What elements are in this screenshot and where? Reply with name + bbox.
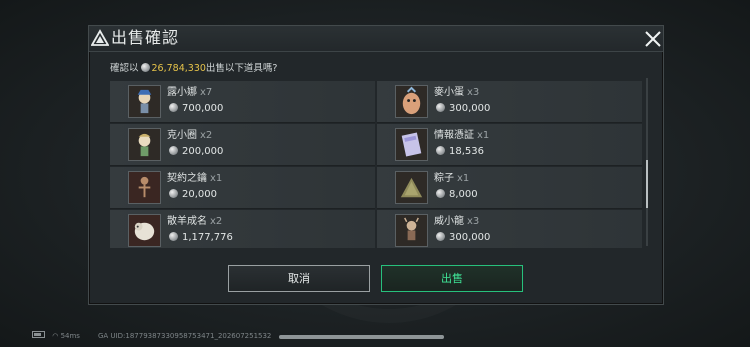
item-name: 麥小蛋 x3 xyxy=(434,87,479,99)
item-price: 20,000 xyxy=(167,189,217,201)
confirm-prefix: 確認以 xyxy=(110,63,139,74)
item-quantity: x1 xyxy=(477,130,490,141)
item-name-text: 粽子 xyxy=(434,173,454,184)
item-price: 200,000 xyxy=(167,146,223,158)
item-name: 威小龍 x3 xyxy=(434,216,479,228)
intel-card-icon xyxy=(395,128,428,161)
item-name-text: 克小圈 xyxy=(167,130,197,141)
coin-icon xyxy=(169,189,178,198)
warning-triangle-icon xyxy=(91,29,109,46)
item-price: 8,000 xyxy=(434,189,478,201)
coin-icon xyxy=(436,232,445,241)
item-row[interactable]: 情報憑証 x1 18,536 xyxy=(377,124,642,166)
item-price: 18,536 xyxy=(434,146,484,158)
item-name: 情報憑証 x1 xyxy=(434,130,489,142)
item-name: 契約之鑰 x1 xyxy=(167,173,222,185)
item-quantity: x3 xyxy=(467,216,480,227)
item-quantity: x2 xyxy=(200,130,213,141)
coin-icon xyxy=(436,146,445,155)
coin-icon xyxy=(169,103,178,112)
item-price-value: 18,536 xyxy=(449,146,484,157)
item-name-text: 契約之鑰 xyxy=(167,173,207,184)
item-quantity: x1 xyxy=(457,173,470,184)
close-icon[interactable] xyxy=(643,29,663,49)
figure-green-icon xyxy=(128,128,161,161)
item-quantity: x1 xyxy=(210,173,223,184)
item-price: 700,000 xyxy=(167,103,223,115)
item-name: 克小圈 x2 xyxy=(167,130,212,142)
item-price-value: 300,000 xyxy=(449,103,491,114)
item-quantity: x2 xyxy=(210,216,223,227)
coin-icon xyxy=(436,103,445,112)
item-price: 1,177,776 xyxy=(167,232,233,244)
item-name-text: 散羊成名 xyxy=(167,216,207,227)
dialog-title: 出售確認 xyxy=(111,28,180,47)
confirm-suffix: 出售以下道具嗎? xyxy=(205,63,278,74)
figure-blue-hat-icon xyxy=(128,85,161,118)
status-bar: ◠ 54ms xyxy=(32,331,80,341)
item-row[interactable]: 露小娜 x7 700,000 xyxy=(110,81,375,123)
item-name-text: 情報憑証 xyxy=(434,130,474,141)
item-row[interactable]: 克小圈 x2 200,000 xyxy=(110,124,375,166)
coin-icon xyxy=(140,63,150,72)
sheep-figure-icon xyxy=(128,214,161,247)
item-price: 300,000 xyxy=(434,103,490,115)
battery-icon xyxy=(32,331,45,338)
coin-icon xyxy=(436,189,445,198)
sell-confirm-dialog: 出售確認 確認以 26,784,330出售以下道具嗎? 露小娜 x7 700,000 麥… xyxy=(88,25,664,305)
item-price-value: 200,000 xyxy=(182,146,224,157)
sell-button[interactable]: 出售 xyxy=(381,265,523,292)
confirm-amount: 26,784,330 xyxy=(151,63,206,74)
item-name-text: 露小娜 xyxy=(167,87,197,98)
ping-value: 54ms xyxy=(60,332,80,340)
cancel-button[interactable]: 取消 xyxy=(228,265,370,292)
item-price-value: 20,000 xyxy=(182,189,217,200)
item-name-text: 威小龍 xyxy=(434,216,464,227)
loading-progress xyxy=(279,335,444,339)
loading-progress-fill xyxy=(279,335,444,339)
item-list[interactable]: 露小娜 x7 700,000 麥小蛋 x3 300,000 克小圈 x2 200,000 情報憑証… xyxy=(110,81,645,248)
coin-icon xyxy=(169,146,178,155)
uid-text: GA UID:18779387330958753471_20260725153​… xyxy=(98,332,272,340)
item-row[interactable]: 麥小蛋 x3 300,000 xyxy=(377,81,642,123)
item-row[interactable]: 散羊成名 x2 1,177,776 xyxy=(110,210,375,248)
dialog-title-bar: 出售確認 xyxy=(89,26,663,52)
item-price: 300,000 xyxy=(434,232,490,244)
item-name: 露小娜 x7 xyxy=(167,87,212,99)
item-price-value: 300,000 xyxy=(449,232,491,243)
scrollbar[interactable] xyxy=(646,78,648,246)
item-name-text: 麥小蛋 xyxy=(434,87,464,98)
wifi-icon: ◠ xyxy=(52,332,59,340)
item-name: 散羊成名 x2 xyxy=(167,216,222,228)
item-row[interactable]: 契約之鑰 x1 20,000 xyxy=(110,167,375,209)
zongzi-icon xyxy=(395,171,428,204)
dragon-figure-icon xyxy=(395,214,428,247)
item-price-value: 8,000 xyxy=(449,189,478,200)
item-quantity: x3 xyxy=(467,87,480,98)
item-row[interactable]: 粽子 x1 8,000 xyxy=(377,167,642,209)
coin-icon xyxy=(169,232,178,241)
item-price-value: 1,177,776 xyxy=(182,232,233,243)
scrollbar-thumb[interactable] xyxy=(646,160,648,208)
item-price-value: 700,000 xyxy=(182,103,224,114)
item-quantity: x7 xyxy=(200,87,213,98)
item-row[interactable]: 威小龍 x3 300,000 xyxy=(377,210,642,248)
confirm-message: 確認以 26,784,330出售以下道具嗎? xyxy=(110,63,277,75)
item-name: 粽子 x1 xyxy=(434,173,469,185)
figure-key-icon xyxy=(128,171,161,204)
egg-creature-icon xyxy=(395,85,428,118)
